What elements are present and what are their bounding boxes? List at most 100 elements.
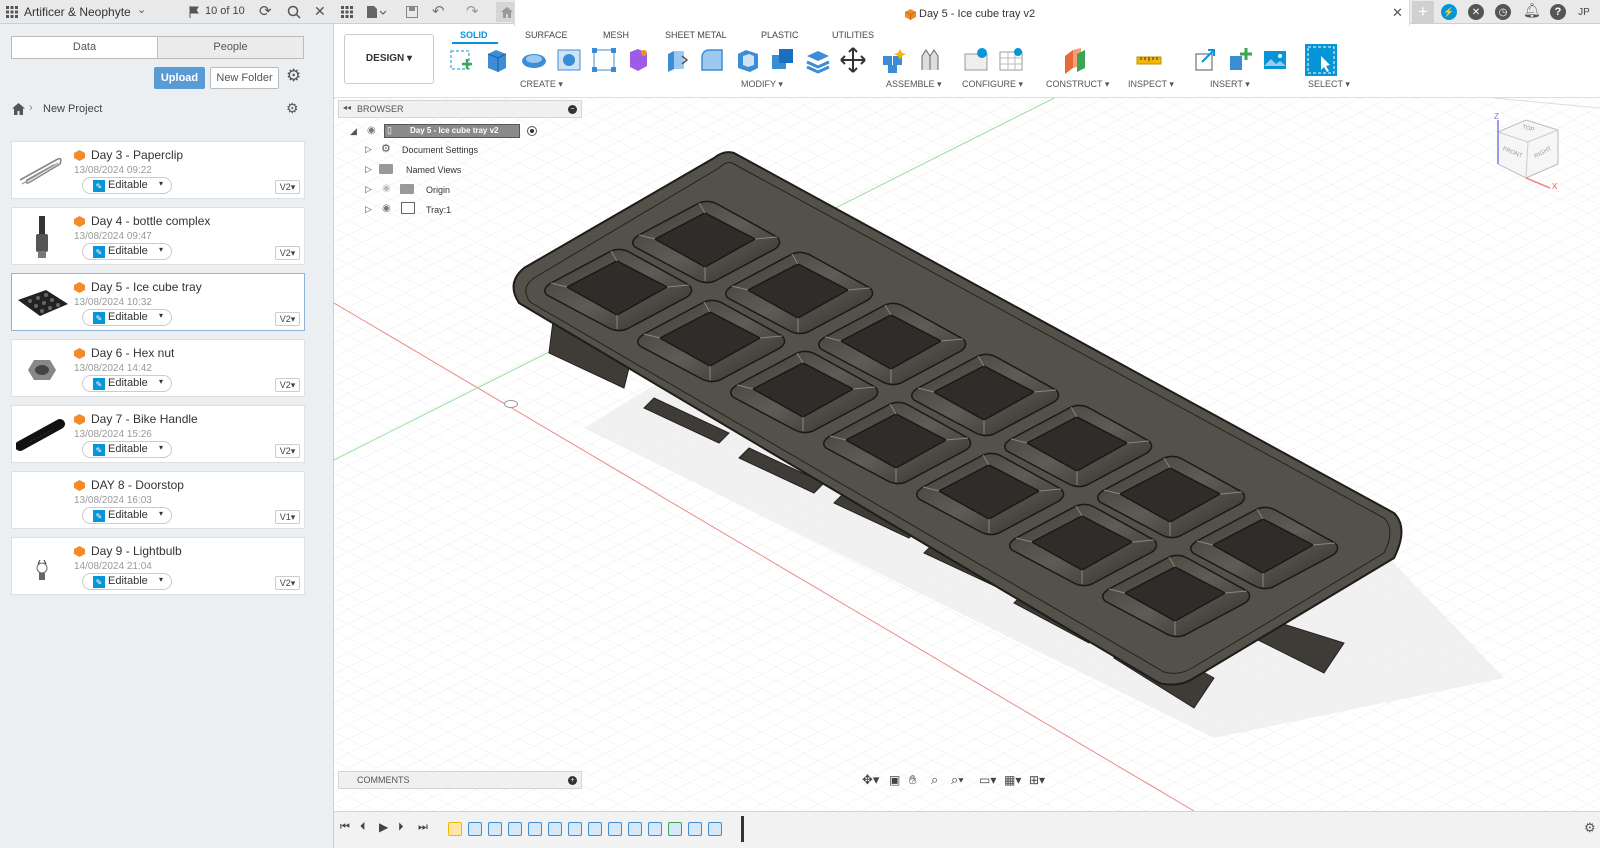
- timeline-feature-icon[interactable]: [488, 822, 502, 836]
- version-badge[interactable]: V2▾: [275, 180, 300, 194]
- extensions-icon[interactable]: ⚡: [1441, 4, 1457, 20]
- version-badge[interactable]: V2▾: [275, 378, 300, 392]
- close-icon[interactable]: ✕: [314, 3, 326, 20]
- timeline-marker[interactable]: [741, 816, 744, 842]
- pan-icon[interactable]: ✋︎: [909, 772, 916, 788]
- offset-plane-icon[interactable]: [1061, 46, 1089, 74]
- add-comment-icon[interactable]: +: [568, 776, 577, 785]
- chevron-down-icon[interactable]: ⌄: [137, 3, 146, 16]
- extrude-icon[interactable]: [484, 46, 512, 74]
- fit-icon[interactable]: ⌕▾: [951, 772, 964, 788]
- tab-data[interactable]: Data: [12, 37, 158, 58]
- browser-close-icon[interactable]: −: [568, 105, 577, 114]
- timeline-feature-icon[interactable]: [688, 822, 702, 836]
- timeline-settings-icon[interactable]: ⚙: [1584, 820, 1596, 836]
- timeline-feature-icon[interactable]: [668, 822, 682, 836]
- timeline-feature-icon[interactable]: [628, 822, 642, 836]
- activate-radio-icon[interactable]: [527, 126, 537, 136]
- new-tab-icon[interactable]: +: [1412, 1, 1434, 23]
- file-name[interactable]: DAY 8 - Doorstop: [91, 478, 184, 492]
- insert-group-label[interactable]: INSERT ▾: [1210, 79, 1250, 90]
- browser-item-named-views[interactable]: Named Views: [406, 165, 461, 175]
- timeline-feature-icon[interactable]: [468, 822, 482, 836]
- pattern-icon[interactable]: [590, 46, 618, 74]
- undo-icon[interactable]: ↶: [432, 2, 445, 20]
- step-back-icon[interactable]: ⏴: [360, 821, 366, 834]
- expand-icon[interactable]: ▷: [365, 144, 372, 155]
- project-settings-icon[interactable]: ⚙: [286, 100, 299, 117]
- eye-hidden-icon[interactable]: ◉: [382, 183, 391, 194]
- apps-grid-icon[interactable]: [5, 5, 19, 19]
- online-status-icon[interactable]: ✕: [1468, 4, 1484, 20]
- breadcrumb[interactable]: New Project: [43, 103, 102, 115]
- help-icon[interactable]: ?: [1550, 4, 1566, 20]
- upload-button[interactable]: Upload: [154, 67, 205, 89]
- step-forward-icon[interactable]: ⏵: [398, 821, 404, 834]
- editable-dropdown[interactable]: ✎ Editable ▾: [82, 573, 172, 590]
- editable-dropdown[interactable]: ✎ Editable ▾: [82, 177, 172, 194]
- file-name[interactable]: Day 3 - Paperclip: [91, 148, 183, 162]
- go-to-start-icon[interactable]: ⏮: [340, 821, 350, 834]
- file-name[interactable]: Day 7 - Bike Handle: [91, 412, 198, 426]
- timeline-feature-icon[interactable]: [708, 822, 722, 836]
- close-tab-icon[interactable]: ✕: [1392, 5, 1403, 21]
- workspace-switcher[interactable]: DESIGN ▾: [344, 34, 434, 84]
- construct-group-label[interactable]: CONSTRUCT ▾: [1046, 79, 1109, 90]
- tab-sheet-metal[interactable]: SHEET METAL: [665, 30, 727, 40]
- form-icon[interactable]: [624, 46, 652, 74]
- play-icon[interactable]: ▶: [379, 820, 388, 834]
- list-item[interactable]: Day 4 - bottle complex 13/08/2024 09:47 …: [11, 207, 305, 265]
- save-icon[interactable]: [405, 5, 419, 19]
- zoom-icon[interactable]: ⌕: [931, 772, 938, 788]
- list-item[interactable]: Day 9 - Lightbulb 14/08/2024 21:04 ✎ Edi…: [11, 537, 305, 595]
- root-expand-icon[interactable]: ◢: [350, 126, 357, 137]
- tab-mesh[interactable]: MESH: [603, 30, 629, 40]
- home-icon[interactable]: [11, 102, 25, 116]
- browser-item-origin[interactable]: Origin: [426, 185, 450, 195]
- editable-dropdown[interactable]: ✎ Editable ▾: [82, 309, 172, 326]
- version-badge[interactable]: V2▾: [275, 246, 300, 260]
- move-icon[interactable]: [839, 46, 867, 74]
- tab-plastic[interactable]: PLASTIC: [761, 30, 799, 40]
- fillet-icon[interactable]: [698, 46, 726, 74]
- grid-icon[interactable]: [340, 5, 354, 19]
- timeline-feature-icon[interactable]: [588, 822, 602, 836]
- timeline-feature-icon[interactable]: [448, 822, 462, 836]
- tab-utilities[interactable]: UTILITIES: [832, 30, 874, 40]
- version-badge[interactable]: V2▾: [275, 576, 300, 590]
- job-history-icon[interactable]: ◷: [1495, 4, 1511, 20]
- editable-dropdown[interactable]: ✎ Editable ▾: [82, 243, 172, 260]
- view-cube[interactable]: TOP FRONT RIGHT Z X: [1486, 112, 1576, 192]
- search-icon[interactable]: [286, 4, 302, 20]
- grid-settings-icon[interactable]: ▦▾: [1004, 773, 1021, 787]
- assemble-group-label[interactable]: ASSEMBLE ▾: [886, 79, 942, 90]
- refresh-icon[interactable]: ⟳: [259, 2, 272, 20]
- inspect-group-label[interactable]: INSPECT ▾: [1128, 79, 1174, 90]
- modify-group-label[interactable]: MODIFY ▾: [741, 79, 783, 90]
- timeline-feature-icon[interactable]: [508, 822, 522, 836]
- browser-root[interactable]: ▯ Day 5 - Ice cube tray v2: [384, 124, 520, 138]
- file-name[interactable]: Day 9 - Lightbulb: [91, 544, 182, 558]
- configure-table-icon[interactable]: [997, 46, 1025, 74]
- timeline-feature-icon[interactable]: [648, 822, 662, 836]
- collapse-panel-icon[interactable]: ◂◂: [343, 103, 351, 112]
- eye-icon[interactable]: ◉: [382, 203, 391, 214]
- configure-group-label[interactable]: CONFIGURE ▾: [962, 79, 1023, 90]
- tab-surface[interactable]: SURFACE: [525, 30, 568, 40]
- expand-icon[interactable]: ▷: [365, 204, 372, 215]
- list-item[interactable]: DAY 8 - Doorstop 13/08/2024 16:03 ✎ Edit…: [11, 471, 305, 529]
- editable-dropdown[interactable]: ✎ Editable ▾: [82, 441, 172, 458]
- revolve-icon[interactable]: [520, 46, 548, 74]
- version-badge[interactable]: V1▾: [275, 510, 300, 524]
- tab-solid[interactable]: SOLID: [460, 30, 488, 40]
- editable-dropdown[interactable]: ✎ Editable ▾: [82, 507, 172, 524]
- new-component-icon[interactable]: [880, 46, 908, 74]
- new-folder-button[interactable]: New Folder: [210, 67, 279, 89]
- canvas-viewport[interactable]: TOP FRONT RIGHT Z X ◂◂ BROWSER − ◢ ◉ ▯ D…: [334, 98, 1600, 811]
- timeline-feature-icon[interactable]: [608, 822, 622, 836]
- file-name[interactable]: Day 5 - Ice cube tray: [91, 280, 202, 294]
- editable-dropdown[interactable]: ✎ Editable ▾: [82, 375, 172, 392]
- insert-derive-icon[interactable]: [1192, 46, 1220, 74]
- file-name[interactable]: Day 4 - bottle complex: [91, 214, 210, 228]
- comments-bar[interactable]: COMMENTS +: [338, 771, 582, 789]
